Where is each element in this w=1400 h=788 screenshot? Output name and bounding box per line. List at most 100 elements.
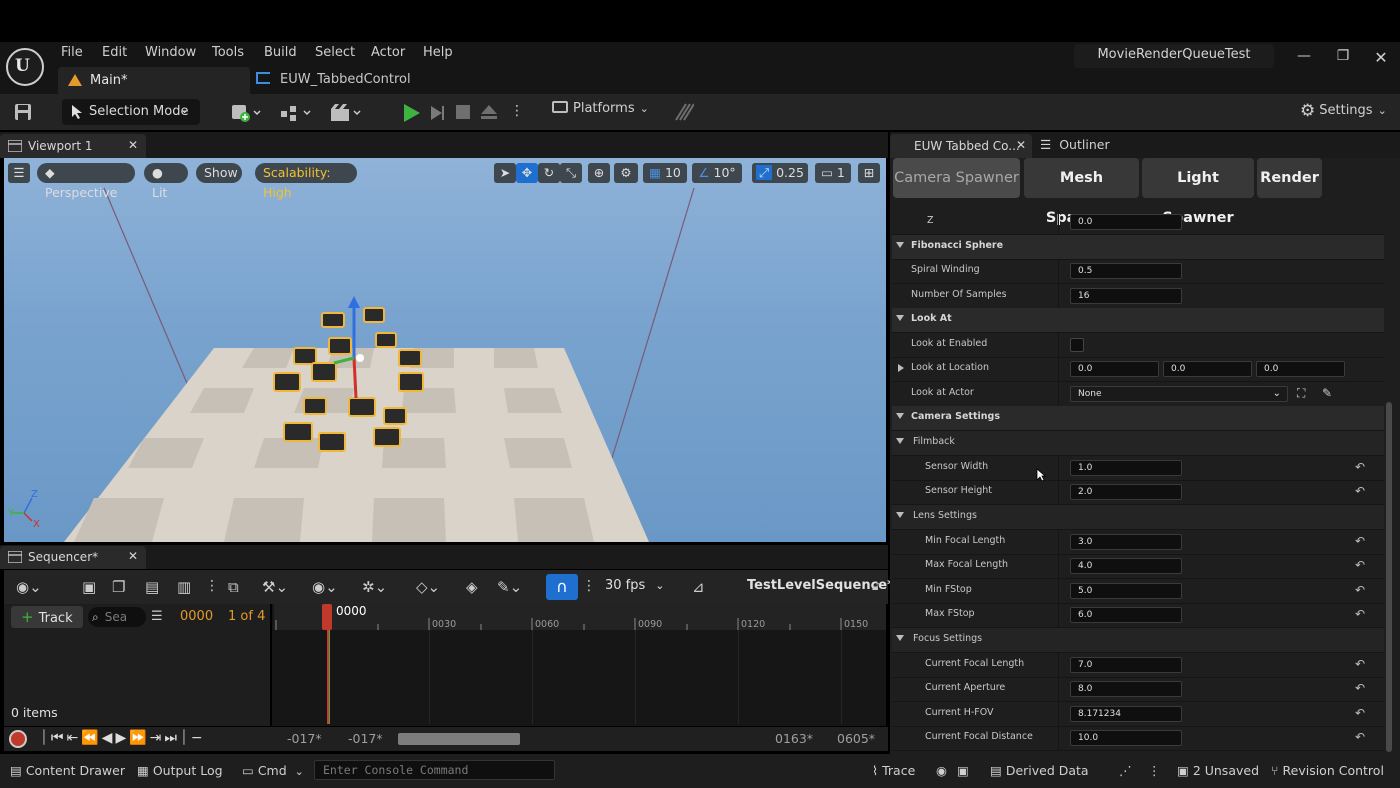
visibility-icon[interactable]: ◉⌄ <box>312 578 338 596</box>
camera-cut-icon[interactable]: ⧉ <box>228 578 239 596</box>
add-track-button[interactable]: + Track <box>11 606 83 628</box>
subtab-mesh-spawner[interactable]: Mesh Spawner <box>1024 158 1139 226</box>
scale-snap-button[interactable]: ⤢ 0.25 <box>752 163 808 183</box>
range-end-a[interactable]: 0163* <box>775 731 813 746</box>
grid-snap-button[interactable]: ▦ 10 <box>643 163 687 183</box>
reset-icon[interactable]: ↶ <box>1355 484 1365 498</box>
range-start-a[interactable]: -017* <box>287 731 322 746</box>
add-actor-icon[interactable] <box>230 102 264 124</box>
rotate-tool-icon[interactable]: ↻ <box>538 163 560 183</box>
close-tab-icon[interactable]: ✕ <box>128 138 138 152</box>
level-viewport[interactable] <box>4 158 886 542</box>
snap-options-icon[interactable]: ⋮ <box>582 578 596 594</box>
max-fstop-field[interactable]: 6.0 <box>1070 607 1182 623</box>
record-status-icon[interactable]: ◉ <box>936 763 947 778</box>
angle-snap-button[interactable]: ∠ 10° <box>692 163 742 183</box>
world-space-icon[interactable]: ⊕ <box>588 163 610 183</box>
curve-edit-icon[interactable]: ✎⌄ <box>497 578 522 596</box>
samples-field[interactable]: 16 <box>1070 288 1182 304</box>
close-tab-icon[interactable]: ✕ <box>1016 138 1026 152</box>
scale-tool-icon[interactable]: ⤡ <box>560 163 582 183</box>
clapper-icon[interactable]: ▥ <box>177 578 191 596</box>
world-icon[interactable]: ◉⌄ <box>16 578 42 596</box>
category-look-at[interactable]: Look At <box>892 308 1384 333</box>
expand-arrow-icon[interactable] <box>896 635 904 641</box>
actor-picker-dropdown[interactable]: None ⌄ <box>1070 386 1288 402</box>
reset-icon[interactable]: ↶ <box>1355 583 1365 597</box>
group-filmback[interactable]: Filmback <box>892 431 1384 456</box>
group-lens-settings[interactable]: Lens Settings <box>892 505 1384 530</box>
filter-icon[interactable]: ☰ <box>151 609 163 624</box>
key-icon[interactable]: ◇⌄ <box>416 578 440 596</box>
menu-file[interactable]: File <box>61 45 83 61</box>
transport-controls[interactable]: ⏐⏮⇤⏪◀▶⏩⇥⏭⏐− <box>40 730 206 746</box>
max-focal-field[interactable]: 4.0 <box>1070 558 1182 574</box>
range-start-b[interactable]: -017* <box>348 731 383 746</box>
lit-button[interactable]: ● Lit <box>144 163 188 200</box>
revision-control-button[interactable]: ⑂ Revision Control <box>1271 763 1384 778</box>
unreal-logo-icon[interactable]: U <box>6 48 44 86</box>
tab-main[interactable]: Main* <box>58 67 250 94</box>
tab-sequencer[interactable]: Sequencer* ✕ <box>0 546 146 569</box>
record-icon[interactable] <box>9 730 27 748</box>
fps-dropdown[interactable]: 30 fps ⌄ <box>605 578 665 593</box>
show-button[interactable]: Show <box>196 163 242 183</box>
close-tab-icon[interactable]: ✕ <box>128 549 138 563</box>
expand-arrow-icon[interactable] <box>896 315 904 321</box>
location-y-field[interactable]: 0.0 <box>1163 361 1252 377</box>
group-focus-settings[interactable]: Focus Settings <box>892 628 1384 653</box>
reset-icon[interactable]: ↶ <box>1355 681 1365 695</box>
menu-window[interactable]: Window <box>145 45 196 61</box>
stop-icon[interactable] <box>455 104 471 120</box>
tab-euw[interactable]: EUW_TabbedControl <box>256 72 411 90</box>
selection-mode-dropdown[interactable]: Selection Mode ⌄ <box>62 99 200 125</box>
current-hfov-field[interactable]: 8.171234 <box>1070 706 1182 722</box>
find-asset-icon[interactable]: ❐ <box>112 578 125 596</box>
location-x-field[interactable]: 0.0 <box>1070 361 1159 377</box>
menu-tools[interactable]: Tools <box>212 45 244 61</box>
save-icon[interactable] <box>14 103 32 121</box>
reset-icon[interactable]: ↶ <box>1355 534 1365 548</box>
menu-help[interactable]: Help <box>423 45 453 61</box>
menu-select[interactable]: Select <box>315 45 355 61</box>
blueprint-icon[interactable] <box>280 102 314 124</box>
subtab-camera-spawner[interactable]: Camera Spawner <box>893 158 1020 198</box>
range-end-b[interactable]: 0605* <box>837 731 875 746</box>
camera-speed-button[interactable]: ▭ 1 <box>815 163 851 183</box>
expand-arrow-icon[interactable] <box>896 242 904 248</box>
tab-outliner[interactable]: ☰ Outliner <box>1040 137 1110 152</box>
current-aperture-field[interactable]: 8.0 <box>1070 681 1182 697</box>
layout-icon[interactable]: ⊞ <box>858 163 880 183</box>
browse-icon[interactable]: ⛶ <box>1297 386 1305 401</box>
z-field[interactable]: 0.0 <box>1070 214 1182 230</box>
reset-icon[interactable]: ↶ <box>1355 558 1365 572</box>
tab-euw-tabbed-control[interactable]: EUW Tabbed Co... ✕ <box>890 134 1032 158</box>
save-sequence-icon[interactable]: ▣ <box>82 578 96 596</box>
evaluation-icon[interactable]: ✲⌄ <box>362 578 387 596</box>
menu-actor[interactable]: Actor <box>371 45 405 61</box>
cinematics-icon[interactable] <box>330 102 364 124</box>
details-scrollbar[interactable] <box>1386 402 1392 752</box>
expand-arrow-icon[interactable] <box>896 512 904 518</box>
network-icon[interactable]: ⋰ <box>1119 763 1132 778</box>
current-frame[interactable]: 0000 <box>180 609 213 624</box>
console-input[interactable]: Enter Console Command <box>314 760 555 780</box>
unsaved-button[interactable]: ▣ 2 Unsaved <box>1177 763 1259 778</box>
render-movie-icon[interactable]: ▤ <box>145 578 159 596</box>
focal-distance-field[interactable]: 10.0 <box>1070 730 1182 746</box>
translate-tool-icon[interactable]: ✥ <box>516 163 538 183</box>
category-camera-settings[interactable]: Camera Settings <box>892 406 1384 431</box>
reset-icon[interactable]: ↶ <box>1355 657 1365 671</box>
more-options-icon[interactable]: ⋮ <box>205 578 219 594</box>
expand-arrow-icon[interactable] <box>898 364 904 372</box>
platforms-dropdown[interactable]: Platforms ⌄ <box>552 101 649 123</box>
status-options-icon[interactable]: ⋮ <box>1148 763 1161 778</box>
reset-icon[interactable]: ↶ <box>1355 460 1365 474</box>
output-log-button[interactable]: ▦ Output Log <box>137 763 223 778</box>
spiral-winding-field[interactable]: 0.5 <box>1070 263 1182 279</box>
sensor-width-field[interactable]: 1.0 <box>1070 460 1182 476</box>
content-drawer-button[interactable]: ▤ Content Drawer <box>10 763 125 778</box>
reset-icon[interactable]: ↶ <box>1355 730 1365 744</box>
reset-icon[interactable]: ↶ <box>1355 607 1365 621</box>
trace-button[interactable]: ⌇ Trace <box>872 763 915 778</box>
